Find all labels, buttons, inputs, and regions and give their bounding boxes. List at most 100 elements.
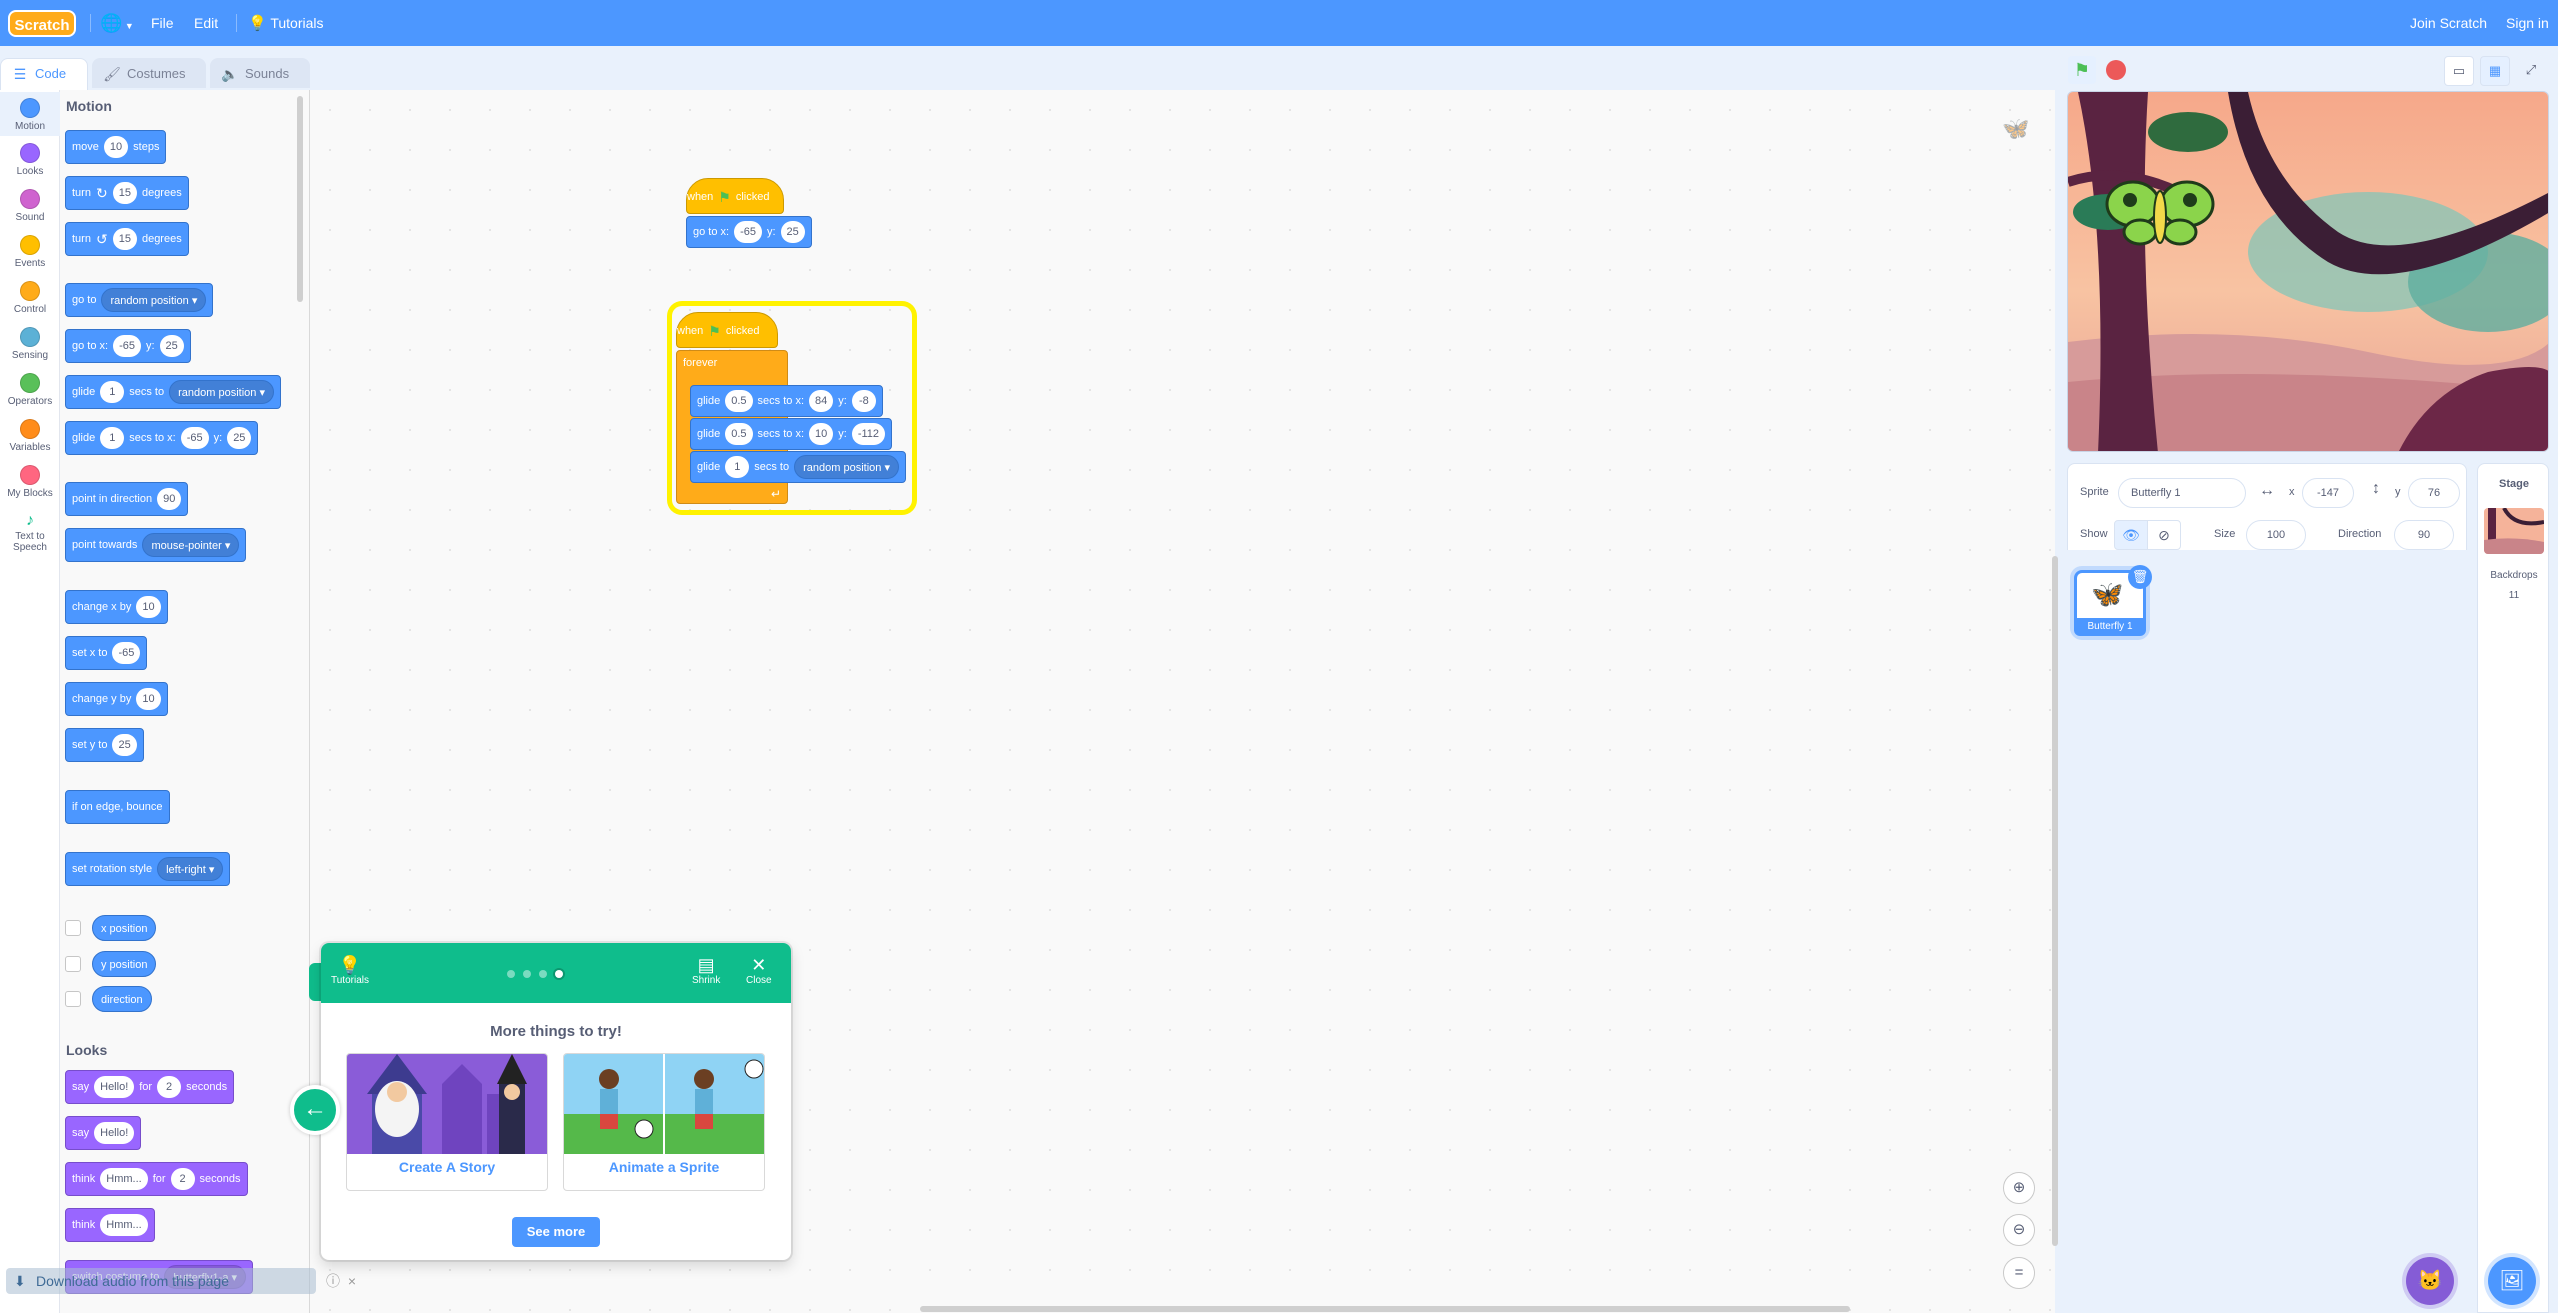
close-button[interactable]: ✕ Close [746, 955, 772, 986]
palette-scrollbar[interactable] [297, 96, 303, 302]
think-for-secs-block[interactable]: think Hmm... for 2 seconds [65, 1162, 248, 1196]
choose-backdrop-button[interactable]: 🖼 [2488, 1257, 2536, 1305]
target-dropdown[interactable]: random position ▾ [794, 455, 899, 479]
close-icon[interactable]: × [348, 1268, 356, 1294]
edit-menu[interactable]: Edit [194, 0, 218, 46]
join-scratch-link[interactable]: Join Scratch [2410, 0, 2487, 46]
turn-right-block[interactable]: turn ↻ 15 degrees [65, 176, 189, 210]
zoom-in-button[interactable]: ⊕ [2003, 1172, 2035, 1204]
size-field[interactable]: 100 [2246, 520, 2306, 550]
point-towards-block[interactable]: point towards mouse-pointer ▾ [65, 528, 247, 562]
glide-to-target-block[interactable]: glide 1 secs to random position ▾ [65, 375, 281, 409]
category-variables[interactable]: Variables [0, 419, 60, 453]
category-my-blocks[interactable]: My Blocks [0, 465, 60, 499]
zoom-out-button[interactable]: ⊖ [2003, 1214, 2035, 1246]
category-control[interactable]: Control [0, 281, 60, 315]
category-operators[interactable]: Operators [0, 373, 60, 407]
bounce-block[interactable]: if on edge, bounce [65, 790, 170, 824]
stop-button[interactable] [2102, 56, 2130, 84]
step-dot[interactable] [507, 970, 515, 978]
set-x-block[interactable]: set x to -65 [65, 636, 148, 670]
steps-input[interactable]: 10 [103, 136, 129, 158]
small-stage-button[interactable]: ▭ [2444, 56, 2474, 86]
glide-to-xy-block[interactable]: glide 0.5 secs to x: 84 y: -8 [690, 385, 883, 417]
green-flag-button[interactable]: ⚑ [2068, 56, 2096, 84]
x-input[interactable]: -65 [734, 221, 762, 243]
y-input[interactable]: 25 [227, 427, 252, 449]
y-position-checkbox[interactable] [65, 956, 81, 972]
hide-sprite-button[interactable]: ⊘ [2147, 520, 2181, 550]
rotation-dropdown[interactable]: left-right ▾ [157, 857, 224, 881]
y-input[interactable]: 25 [780, 221, 805, 243]
large-stage-button[interactable]: ▦ [2480, 56, 2510, 86]
y-input[interactable]: 25 [159, 335, 184, 357]
tutorial-card-animate-sprite[interactable]: Animate a Sprite [563, 1053, 765, 1191]
category-text-to-speech[interactable]: ♪ Text to Speech [0, 511, 60, 553]
shrink-button[interactable]: ▤ Shrink [692, 955, 720, 986]
set-y-block[interactable]: set y to 25 [65, 728, 144, 762]
workspace-horizontal-scrollbar[interactable] [920, 1306, 1850, 1312]
go-to-target-block[interactable]: go to random position ▾ [65, 283, 214, 317]
when-flag-clicked-hat[interactable]: when ⚑ clicked [676, 312, 778, 348]
x-input[interactable]: -65 [112, 642, 141, 664]
message-input[interactable]: Hmm... [100, 1214, 148, 1236]
step-dot[interactable] [523, 970, 531, 978]
file-menu[interactable]: File [151, 0, 174, 46]
butterfly-sprite[interactable] [2105, 180, 2215, 246]
x-position-checkbox[interactable] [65, 920, 81, 936]
secs-input[interactable]: 1 [725, 456, 750, 478]
tutorials-menu[interactable]: 💡 Tutorials [248, 0, 324, 46]
say-block[interactable]: say Hello! [65, 1116, 142, 1150]
glide-to-target-block[interactable]: glide 1 secs to random position ▾ [690, 451, 906, 483]
tab-sounds[interactable]: 🔈 Sounds [210, 58, 310, 88]
direction-input[interactable]: 90 [157, 488, 182, 510]
previous-step-button[interactable]: ← [290, 1085, 340, 1135]
tab-costumes[interactable]: 🖌 Costumes [92, 58, 206, 88]
y-input[interactable]: -8 [851, 390, 876, 412]
direction-field[interactable]: 90 [2394, 520, 2454, 550]
target-dropdown[interactable]: random position ▾ [169, 380, 274, 404]
secs-input[interactable]: 1 [100, 381, 125, 403]
x-input[interactable]: -65 [113, 335, 141, 357]
secs-input[interactable]: 0.5 [725, 423, 753, 445]
message-input[interactable]: Hmm... [100, 1168, 148, 1190]
zoom-reset-button[interactable]: = [2003, 1257, 2035, 1289]
degrees-input[interactable]: 15 [112, 182, 137, 204]
y-input[interactable]: 10 [136, 688, 161, 710]
category-events[interactable]: Events [0, 235, 60, 269]
secs-input[interactable]: 2 [170, 1168, 195, 1190]
direction-checkbox[interactable] [65, 991, 81, 1007]
step-dot-active[interactable] [555, 970, 563, 978]
tutorials-button[interactable]: 💡 Tutorials [331, 955, 369, 986]
secs-input[interactable]: 0.5 [725, 390, 753, 412]
y-input[interactable]: -112 [851, 423, 886, 445]
show-sprite-button[interactable]: 👁 [2114, 520, 2148, 550]
language-menu[interactable]: 🌐 ▼ [100, 0, 134, 46]
category-looks[interactable]: Looks [0, 143, 60, 177]
go-to-xy-block[interactable]: go to x: -65 y: 25 [686, 216, 812, 248]
download-audio-bar[interactable]: ⬇ Download audio from this page ⓘ × [6, 1268, 356, 1294]
change-y-block[interactable]: change y by 10 [65, 682, 168, 716]
x-input[interactable]: 84 [809, 390, 834, 412]
secs-input[interactable]: 1 [100, 427, 125, 449]
stage-canvas[interactable] [2067, 91, 2549, 452]
y-field[interactable]: 76 [2408, 478, 2460, 508]
sprite-name-field[interactable]: Butterfly 1 [2118, 478, 2246, 508]
workspace-vertical-scrollbar[interactable] [2052, 556, 2058, 1246]
delete-sprite-button[interactable]: 🗑 [2128, 565, 2152, 589]
tutorial-card-create-story[interactable]: Create A Story [346, 1053, 548, 1191]
move-steps-block[interactable]: move 10 steps [65, 130, 167, 164]
turn-left-block[interactable]: turn ↺ 15 degrees [65, 222, 189, 256]
change-x-block[interactable]: change x by 10 [65, 590, 168, 624]
target-dropdown[interactable]: random position ▾ [101, 288, 207, 312]
category-sensing[interactable]: Sensing [0, 327, 60, 361]
y-input[interactable]: 25 [112, 734, 137, 756]
x-input[interactable]: 10 [136, 596, 161, 618]
say-for-secs-block[interactable]: say Hello! for 2 seconds [65, 1070, 235, 1104]
see-more-button[interactable]: See more [512, 1217, 600, 1247]
glide-to-xy-block[interactable]: glide 1 secs to x: -65 y: 25 [65, 421, 259, 455]
stage-selector[interactable]: Stage Backdrops 11 [2477, 463, 2549, 1313]
choose-sprite-button[interactable]: 🐱 [2406, 1257, 2454, 1305]
message-input[interactable]: Hello! [94, 1122, 135, 1144]
degrees-input[interactable]: 15 [112, 228, 137, 250]
